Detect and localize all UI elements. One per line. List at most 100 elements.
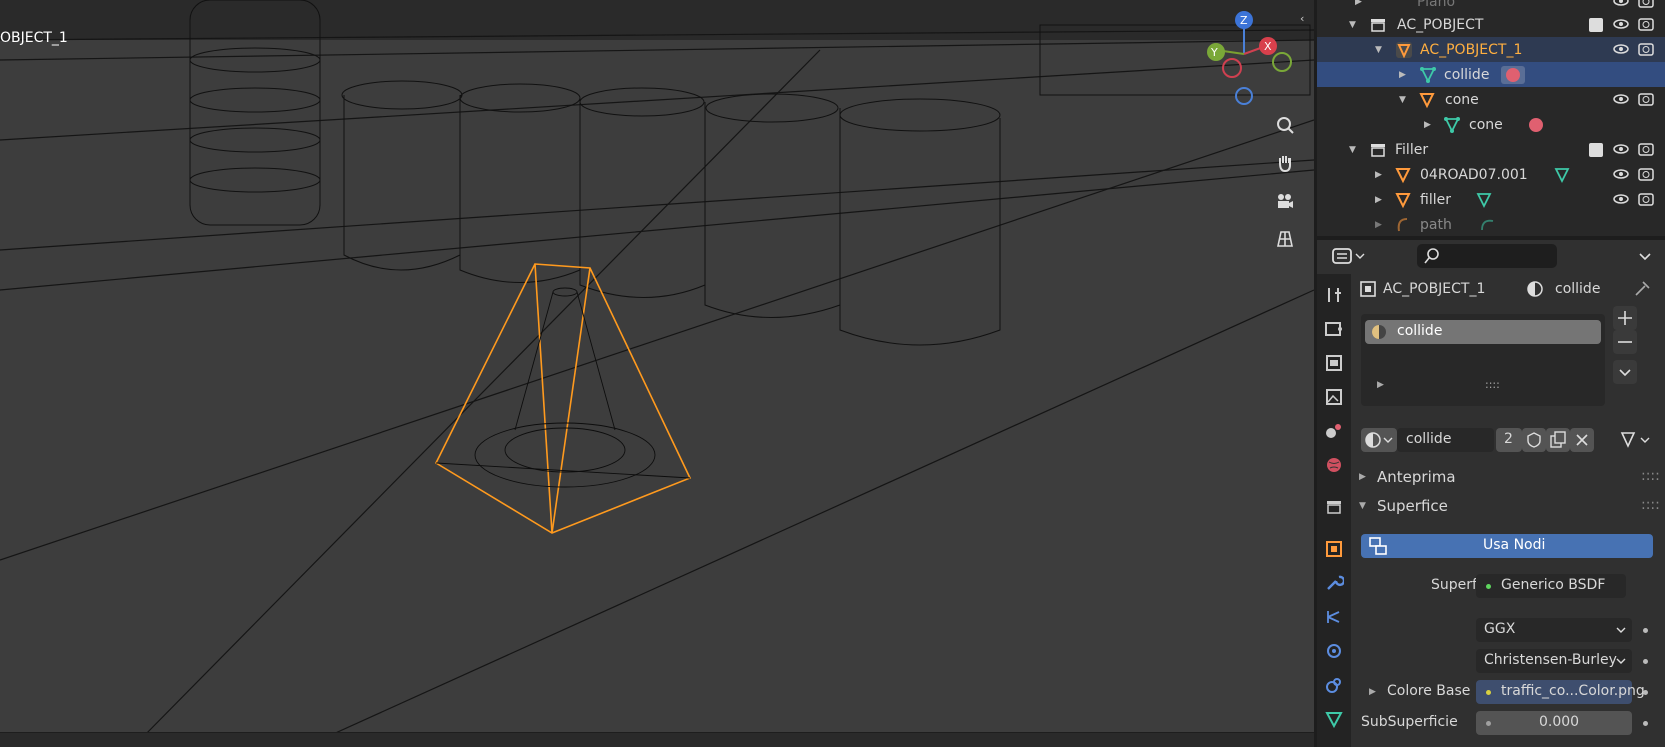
mesh-data-icon — [1443, 116, 1461, 134]
object-icon — [1418, 91, 1436, 109]
breadcrumb-material: collide — [1555, 281, 1601, 297]
view-layer-icon[interactable] — [1319, 382, 1349, 412]
material-slot-item[interactable]: collide — [1365, 320, 1601, 344]
tool-icon[interactable] — [1319, 280, 1349, 310]
distribution-dropdown[interactable]: GGX — [1476, 618, 1632, 642]
camera-render-icon[interactable] — [1638, 141, 1654, 161]
camera-render-icon[interactable] — [1638, 16, 1654, 36]
outliner-label: cone — [1445, 91, 1479, 108]
eye-icon[interactable] — [1613, 141, 1629, 161]
outliner-row-cone[interactable]: ▼ cone — [1317, 87, 1665, 112]
outliner[interactable]: ▶ Piano ▼ AC_POBJECT ▼ AC_POBJECT_1 ▶ co… — [1317, 0, 1665, 236]
float-socket-icon — [1486, 721, 1491, 726]
pin-icon[interactable] — [1633, 278, 1653, 302]
subsurface-method-dropdown[interactable]: Christensen-Burley — [1476, 649, 1632, 673]
material-properties: AC_POBJECT_1 collide collide ▶ :::: coll… — [1351, 274, 1665, 747]
browse-material-button[interactable] — [1361, 428, 1397, 452]
outliner-row-cone-mesh[interactable]: ▶ cone — [1317, 112, 1665, 137]
camera-render-icon[interactable] — [1638, 91, 1654, 111]
panel-drag-handle[interactable]: :::: — [1641, 497, 1660, 513]
panel-collapsed-arrow-icon[interactable]: ▶ — [1359, 472, 1366, 482]
checkbox[interactable] — [1589, 18, 1603, 32]
navigation-gizmo[interactable]: Z Y X — [1196, 6, 1302, 106]
slot-menu-button[interactable] — [1613, 360, 1637, 384]
camera-render-icon[interactable] — [1638, 166, 1654, 186]
expand-arrow-icon[interactable]: ▶ — [1377, 380, 1384, 390]
outliner-label: AC_POBJECT — [1397, 16, 1484, 33]
outliner-row-ac-pobject[interactable]: ▼ AC_POBJECT — [1317, 12, 1665, 37]
keyframe-dot-icon[interactable] — [1643, 628, 1648, 633]
base-color-label: Colore Base — [1387, 683, 1471, 699]
outliner-label: cone — [1469, 116, 1503, 133]
object-icon — [1395, 41, 1413, 59]
use-nodes-button[interactable]: Usa Nodi — [1361, 534, 1653, 558]
link-data-dropdown[interactable] — [1617, 428, 1657, 452]
use-nodes-label: Usa Nodi — [1483, 537, 1546, 553]
constraints-icon[interactable] — [1319, 670, 1349, 700]
zoom-icon[interactable] — [1269, 109, 1301, 141]
eye-icon[interactable] — [1613, 191, 1629, 211]
material-name-value: collide — [1406, 431, 1452, 447]
properties-search-input[interactable] — [1417, 244, 1557, 268]
panel-expanded-arrow-icon[interactable]: ▼ — [1359, 501, 1366, 511]
render-icon[interactable] — [1319, 314, 1349, 344]
outliner-row-filler-collection[interactable]: ▼ Filler — [1317, 137, 1665, 162]
camera-render-icon[interactable] — [1638, 41, 1654, 61]
base-color-texture-field[interactable]: traffic_co...Color.png — [1476, 680, 1645, 704]
editor-type-icon[interactable] — [1329, 244, 1369, 268]
chevron-down-icon[interactable] — [1633, 244, 1657, 268]
collection-props-icon[interactable] — [1319, 492, 1349, 522]
keyframe-dot-icon[interactable] — [1643, 690, 1648, 695]
color-socket-icon — [1486, 690, 1491, 695]
duplicate-icon[interactable] — [1546, 428, 1570, 452]
hand-pan-icon[interactable] — [1269, 147, 1301, 179]
panel-surface-header[interactable]: Superfice — [1377, 497, 1448, 515]
outliner-label: AC_POBJECT_1 — [1420, 41, 1523, 58]
eye-icon[interactable] — [1613, 91, 1629, 111]
checkbox[interactable] — [1589, 143, 1603, 157]
scene-icon[interactable] — [1319, 416, 1349, 446]
subsurface-value-slider[interactable]: 0.000 — [1476, 711, 1632, 735]
material-name-field[interactable]: collide — [1397, 428, 1494, 452]
grid-icon[interactable] — [1269, 223, 1301, 255]
object-props-icon[interactable] — [1319, 534, 1349, 564]
modifier-icon[interactable] — [1319, 568, 1349, 598]
eye-icon[interactable] — [1613, 41, 1629, 61]
gizmo-x-label: X — [1264, 40, 1272, 53]
output-icon[interactable] — [1319, 348, 1349, 378]
outliner-row-filler[interactable]: ▶ filler — [1317, 187, 1665, 212]
remove-slot-button[interactable] — [1613, 330, 1637, 354]
object-breadcrumb-icon — [1359, 280, 1377, 302]
collapse-arrow-icon[interactable]: ‹ — [1300, 12, 1304, 25]
users-count[interactable]: 2 — [1496, 428, 1522, 452]
eye-icon[interactable] — [1613, 16, 1629, 36]
3d-viewport[interactable]: OBJECT_1 Z Y X ‹ — [0, 0, 1314, 747]
gizmo-z-label: Z — [1240, 14, 1248, 27]
keyframe-dot-icon[interactable] — [1643, 659, 1648, 664]
camera-render-icon[interactable] — [1638, 191, 1654, 211]
panel-preview-header[interactable]: Anteprima — [1377, 468, 1456, 486]
resize-handle-icon[interactable]: :::: — [1485, 378, 1500, 391]
camera-icon[interactable] — [1269, 185, 1301, 217]
outliner-row-ac-pobject-1[interactable]: ▼ AC_POBJECT_1 — [1317, 37, 1665, 62]
surface-shader-field[interactable]: Generico BSDF — [1476, 574, 1626, 598]
outliner-row-collide[interactable]: ▶ collide — [1317, 62, 1665, 87]
fake-user-icon[interactable] — [1522, 428, 1546, 452]
world-icon[interactable] — [1319, 450, 1349, 480]
breadcrumb-object: AC_POBJECT_1 — [1383, 281, 1486, 297]
keyframe-dot-icon[interactable] — [1643, 721, 1648, 726]
material-icon — [1527, 116, 1545, 134]
unlink-icon[interactable] — [1570, 428, 1594, 452]
outliner-row-04road07[interactable]: ▶ 04ROAD07.001 — [1317, 162, 1665, 187]
panel-drag-handle[interactable]: :::: — [1641, 468, 1660, 484]
mesh-data-tab-icon[interactable] — [1319, 704, 1349, 734]
add-slot-button[interactable] — [1613, 306, 1637, 330]
distribution-value: GGX — [1484, 621, 1516, 637]
expand-socket-arrow-icon[interactable]: ▶ — [1369, 687, 1376, 697]
users-count-value: 2 — [1504, 431, 1513, 447]
subsurface-method-value: Christensen-Burley — [1484, 652, 1617, 668]
outliner-row-path[interactable]: ▶ path — [1317, 212, 1665, 236]
particles-icon[interactable] — [1319, 602, 1349, 632]
physics-icon[interactable] — [1319, 636, 1349, 666]
eye-icon[interactable] — [1613, 166, 1629, 186]
